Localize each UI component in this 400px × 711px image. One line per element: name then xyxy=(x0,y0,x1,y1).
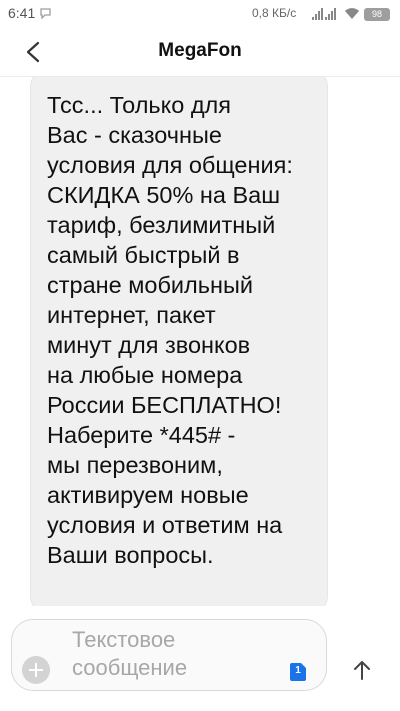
battery-icon: 98 xyxy=(364,8,390,21)
message-input[interactable] xyxy=(72,626,272,684)
composer-field[interactable]: 1 xyxy=(11,619,327,691)
add-attachment-button[interactable] xyxy=(22,656,50,684)
message-list[interactable]: Тсс... Только для Вас - сказочные услови… xyxy=(0,77,400,606)
incoming-message-bubble[interactable]: Тсс... Только для Вас - сказочные услови… xyxy=(30,77,328,606)
sim-slot-number: 1 xyxy=(295,665,301,676)
conversation-header: MegaFon xyxy=(0,28,400,77)
message-text: Тсс... Только для Вас - сказочные услови… xyxy=(47,92,293,568)
send-button[interactable] xyxy=(350,658,374,682)
contact-title: MegaFon xyxy=(158,40,242,61)
wifi-icon xyxy=(345,8,359,19)
send-arrow-icon xyxy=(354,661,370,680)
status-time: 6:41 xyxy=(8,5,36,21)
signal-icon xyxy=(325,8,336,20)
sim-select-button[interactable]: 1 xyxy=(290,663,306,681)
network-speed: 0,8 КБ/с xyxy=(252,6,297,20)
message-composer: 1 xyxy=(0,606,400,711)
chat-notification-icon xyxy=(40,8,51,19)
status-bar: 6:41 0,8 КБ/с 98 xyxy=(0,0,400,28)
